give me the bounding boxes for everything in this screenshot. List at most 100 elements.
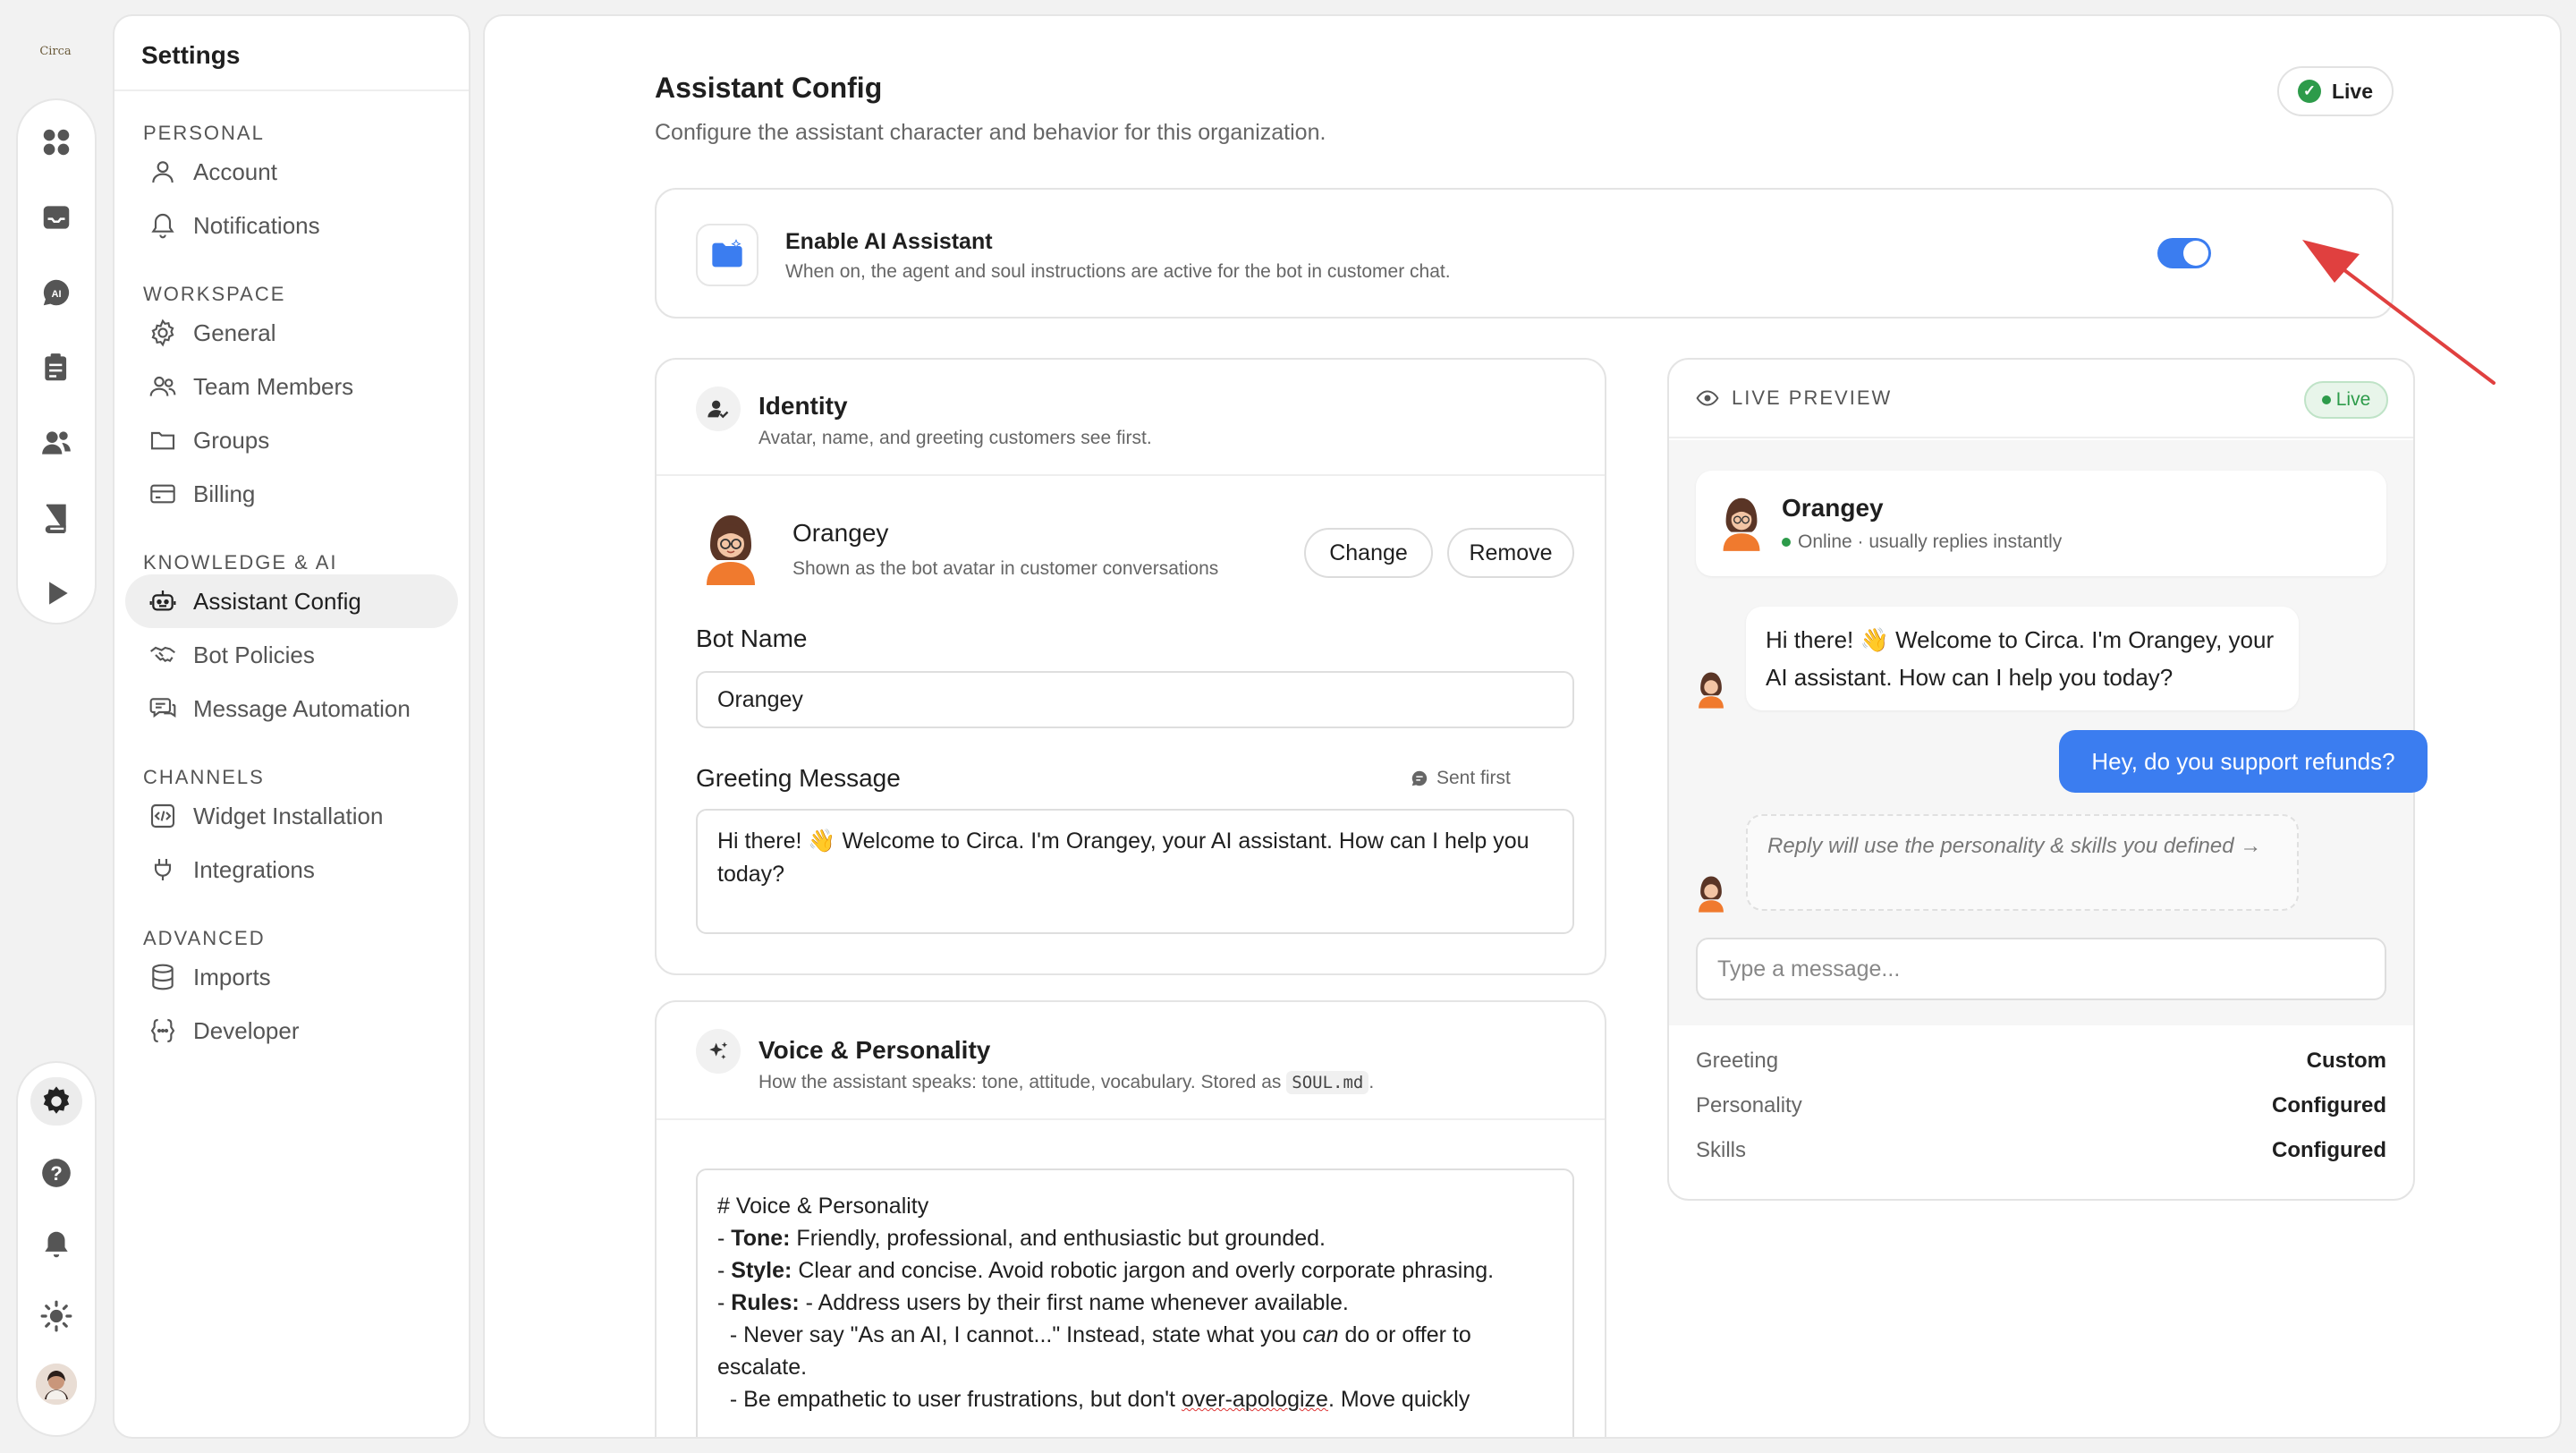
- voice-rule3-line: - Be empathetic to user frustrations, bu…: [717, 1383, 1553, 1415]
- sidebar-item-widget-installation[interactable]: Widget Installation: [125, 789, 458, 843]
- rail-inbox-button[interactable]: [30, 193, 82, 242]
- ai-folder-icon: [696, 224, 758, 286]
- bot-message-avatar: [1699, 876, 1724, 913]
- sidebar-item-integrations[interactable]: Integrations: [125, 843, 458, 896]
- identity-header: Identity Avatar, name, and greeting cust…: [657, 360, 1605, 476]
- rail-help-button[interactable]: ?: [30, 1149, 82, 1197]
- play-icon: [49, 582, 68, 605]
- settings-panel: Settings PERSONAL Account Notifications …: [113, 14, 470, 1439]
- sidebar-item-label: Assistant Config: [193, 587, 361, 615]
- live-preview-card: LIVE PREVIEW Live Orangey Online · usual…: [1667, 358, 2428, 1201]
- bot-avatar: [1723, 497, 1760, 551]
- rule2-pre: - Never say "As an AI, I cannot..." Inst…: [717, 1322, 1297, 1347]
- bot-name-heading: Orangey: [792, 519, 889, 547]
- status-label: Live: [2331, 79, 2374, 103]
- rules-key: Rules:: [731, 1290, 800, 1315]
- rail-contacts-button[interactable]: [30, 419, 82, 467]
- app-rail-bottom: ?: [16, 1061, 97, 1437]
- summary-key: Personality: [1696, 1093, 1802, 1117]
- settings-title: Settings: [114, 16, 469, 91]
- bell-icon: [151, 213, 174, 239]
- summary-row-personality: Personality Configured: [1696, 1093, 2386, 1118]
- app-rail-top: AI: [16, 98, 97, 625]
- plug-icon: [154, 859, 172, 880]
- preview-label-text: LIVE PREVIEW: [1732, 387, 1893, 409]
- online-dot-icon: [1782, 538, 1791, 547]
- voice-description-text: How the assistant speaks: tone, attitude…: [758, 1072, 1282, 1092]
- page-subtitle: Configure the assistant character and be…: [655, 120, 1326, 145]
- user-avatar[interactable]: [36, 1364, 77, 1405]
- change-avatar-button[interactable]: Change: [1304, 528, 1433, 578]
- spellcheck-word: over-apologize: [1181, 1387, 1328, 1412]
- enable-ai-description: When on, the agent and soul instructions…: [785, 261, 1451, 282]
- sidebar-item-label: Widget Installation: [193, 802, 384, 829]
- chat-header: Orangey Online · usually replies instant…: [1696, 471, 2386, 576]
- rules-value: - Address users by their first name when…: [805, 1290, 1349, 1315]
- sidebar-item-notifications[interactable]: Notifications: [125, 199, 458, 252]
- sidebar-item-label: Notifications: [193, 211, 320, 239]
- tone-value: Friendly, professional, and enthusiastic…: [796, 1226, 1326, 1251]
- users-icon: [149, 376, 176, 396]
- help-icon: ?: [42, 1159, 71, 1187]
- remove-avatar-button[interactable]: Remove: [1447, 528, 1574, 578]
- rail-alerts-button[interactable]: [30, 1220, 82, 1269]
- summary-value: Custom: [2306, 1049, 2386, 1073]
- voice-header: Voice & Personality How the assistant sp…: [657, 1002, 1605, 1120]
- sidebar-item-developer[interactable]: Developer: [125, 1004, 458, 1058]
- sidebar-item-general[interactable]: General: [125, 306, 458, 360]
- bot-icon: [149, 591, 176, 611]
- toggle-knob: [2183, 241, 2208, 266]
- rail-ai-button[interactable]: AI: [30, 268, 82, 317]
- sparkles-icon: [696, 1029, 741, 1074]
- sidebar-item-message-automation[interactable]: Message Automation: [125, 682, 458, 735]
- user-icon: [152, 161, 174, 183]
- chat-status-text: Online · usually replies instantly: [1798, 531, 2063, 552]
- folder-icon: [150, 431, 175, 450]
- sidebar-item-assistant-config[interactable]: Assistant Config: [125, 574, 458, 628]
- rail-play-button[interactable]: [30, 569, 82, 617]
- sidebar-item-label: Integrations: [193, 855, 315, 883]
- soul-file-chip: SOUL.md: [1286, 1071, 1369, 1094]
- rule3-pre: - Be empathetic to user frustrations, bu…: [717, 1387, 1175, 1412]
- nav-section-workspace: WORKSPACE: [143, 283, 286, 305]
- handshake-icon: [150, 646, 175, 663]
- contacts-icon: [42, 431, 71, 455]
- voice-personality-editor[interactable]: # Voice & Personality - Tone: Friendly, …: [696, 1168, 1574, 1437]
- check-circle-icon: ✓: [2297, 80, 2321, 103]
- sidebar-item-team-members[interactable]: Team Members: [125, 360, 458, 413]
- nav-section-channels: CHANNELS: [143, 766, 265, 788]
- rail-knowledge-button[interactable]: [30, 494, 82, 542]
- reply-placeholder-bubble: Reply will use the personality & skills …: [1746, 814, 2299, 911]
- greeting-label: Greeting Message: [696, 764, 901, 792]
- circa-logo[interactable]: Circa: [32, 38, 79, 64]
- enable-ai-toggle[interactable]: [2157, 238, 2211, 268]
- rule3-post: . Move quickly: [1327, 1387, 1470, 1412]
- status-badge: ✓ Live: [2277, 66, 2394, 116]
- sidebar-item-label: Developer: [193, 1016, 300, 1044]
- nav-section-advanced: ADVANCED: [143, 927, 266, 949]
- enable-ai-card: Enable AI Assistant When on, the agent a…: [655, 188, 2394, 319]
- rail-settings-button[interactable]: [30, 1077, 82, 1126]
- voice-description: How the assistant speaks: tone, attitude…: [758, 1071, 1374, 1094]
- chat-bubble-icon: [1411, 770, 1428, 786]
- sidebar-item-bot-policies[interactable]: Bot Policies: [125, 628, 458, 682]
- sidebar-item-billing[interactable]: Billing: [125, 467, 458, 521]
- sidebar-item-groups[interactable]: Groups: [125, 413, 458, 467]
- enable-ai-title: Enable AI Assistant: [785, 229, 993, 254]
- book-icon: [45, 504, 66, 534]
- summary-value: Configured: [2272, 1093, 2386, 1117]
- sun-icon: [40, 1300, 72, 1332]
- sidebar-item-account[interactable]: Account: [125, 145, 458, 199]
- greeting-message-textarea[interactable]: Hi there! 👋 Welcome to Circa. I'm Orange…: [696, 809, 1574, 934]
- avatar-caption: Shown as the bot avatar in customer conv…: [792, 558, 1219, 579]
- chat-message-input[interactable]: Type a message...: [1696, 938, 2386, 1000]
- bot-name-input[interactable]: Orangey: [696, 671, 1574, 728]
- gear-icon: [43, 1086, 70, 1114]
- voice-heading-line: # Voice & Personality: [717, 1194, 929, 1219]
- rail-tasks-button[interactable]: [30, 344, 82, 392]
- bell-icon: [45, 1231, 68, 1258]
- rail-dashboard-button[interactable]: [30, 118, 82, 166]
- chat-bubbles-icon: [149, 698, 176, 718]
- sidebar-item-imports[interactable]: Imports: [125, 950, 458, 1004]
- rail-theme-button[interactable]: [30, 1292, 82, 1340]
